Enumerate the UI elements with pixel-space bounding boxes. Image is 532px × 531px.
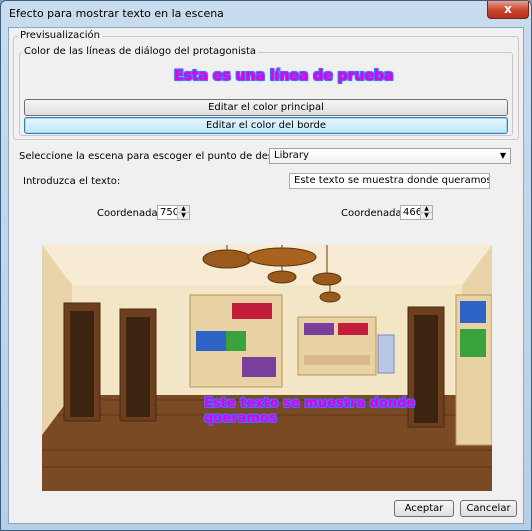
coord-x-arrows: ▲ ▼	[177, 206, 189, 219]
dialog-window: Efecto para mostrar texto en la escena x…	[0, 0, 532, 531]
coord-y-down-arrow-icon[interactable]: ▼	[421, 213, 432, 219]
dialog-content: Previsualización Color de las líneas de …	[8, 27, 524, 524]
coord-y-spinner[interactable]: 466 ▲ ▼	[400, 205, 433, 220]
close-button[interactable]: x	[487, 1, 529, 19]
cancel-button[interactable]: Cancelar	[460, 500, 517, 517]
edit-main-color-button[interactable]: Editar el color principal	[24, 99, 508, 116]
text-input[interactable]: Este texto se muestra donde queramos	[289, 173, 490, 189]
scene-overlay-text: Este texto se muestra donde queramos	[204, 396, 416, 426]
title-bar[interactable]: Efecto para mostrar texto en la escena x	[1, 1, 531, 27]
chevron-down-icon[interactable]: ▼	[500, 149, 506, 163]
scene-preview[interactable]: Este texto se muestra donde queramos	[42, 245, 492, 491]
coord-x-down-arrow-icon[interactable]: ▼	[178, 213, 189, 219]
coord-y-arrows: ▲ ▼	[420, 206, 432, 219]
library-scene-image	[42, 245, 492, 491]
dialog-color-group: Color de las líneas de diálogo del prota…	[19, 46, 513, 136]
scene-select-value: Library	[274, 150, 309, 161]
window-title: Efecto para mostrar texto en la escena	[9, 7, 224, 20]
scene-select[interactable]: Library ▼	[269, 148, 511, 164]
text-input-label: Introduzca el texto:	[23, 176, 121, 187]
sample-dialog-line: Esta es una línea de prueba	[174, 68, 394, 84]
edit-border-color-button[interactable]: Editar el color del borde	[24, 117, 508, 134]
coord-x-spinner[interactable]: 750 ▲ ▼	[157, 205, 190, 220]
preview-group: Previsualización Color de las líneas de …	[13, 30, 519, 140]
scene-select-label: Seleccione la escena para escoger el pun…	[19, 151, 296, 162]
accept-button[interactable]: Aceptar	[394, 500, 454, 517]
preview-group-legend: Previsualización	[18, 30, 102, 41]
dialog-color-legend: Color de las líneas de diálogo del prota…	[22, 46, 259, 57]
